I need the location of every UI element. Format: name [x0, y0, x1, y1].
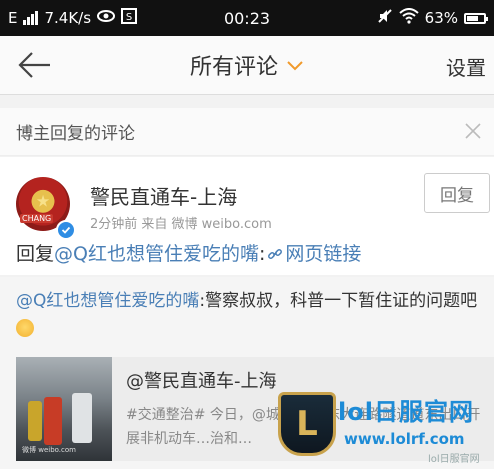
reply-text: 回复@Q红也想管住爱吃的嘴: 网页链接	[16, 239, 361, 266]
thumbnail-watermark: 微博 weibo.com	[22, 446, 76, 454]
police-badge-icon: ★	[35, 191, 51, 211]
nav-bar: 所有评论 设置	[0, 36, 494, 95]
repost-body: #交通整治# 今日，@城市交警 东大连路隧道道东出口开展非机动车…治和…	[126, 407, 481, 447]
reply-mention-link[interactable]: @Q红也想管住爱吃的嘴	[54, 243, 259, 265]
chevron-down-icon	[287, 61, 303, 71]
app-notification-icon: S	[121, 8, 138, 28]
link-icon	[268, 249, 283, 259]
mute-icon	[377, 8, 393, 28]
avatar-label: CHANG	[20, 214, 54, 223]
reply-button[interactable]: 回复	[424, 173, 490, 213]
comment-meta: 2分钟前 来自 微博 weibo.com	[90, 217, 272, 232]
original-mention-link[interactable]: @Q红也想管住爱吃的嘴	[16, 291, 199, 311]
repost-thumbnail: 微博 weibo.com	[16, 357, 112, 461]
verified-icon	[56, 220, 76, 240]
original-body: :警察叔叔，科普一下暂住证的问题吧	[199, 291, 478, 311]
section-title: 博主回复的评论	[16, 124, 135, 144]
battery-percent: 63%	[424, 9, 458, 27]
repost-author: @警民直通车-上海	[126, 371, 277, 392]
close-icon[interactable]	[464, 122, 482, 140]
reply-prefix: 回复	[16, 243, 55, 265]
comment-filter-dropdown[interactable]: 所有评论	[190, 49, 304, 81]
settings-button[interactable]: 设置	[446, 52, 486, 81]
svg-text:S: S	[126, 12, 132, 23]
wifi-icon	[398, 8, 419, 28]
network-type: E	[8, 9, 18, 27]
emoji-icon	[16, 319, 34, 337]
reposted-weibo-card[interactable]: 微博 weibo.com @警民直通车-上海 #交通整治# 今日，@城市交警 东…	[16, 357, 494, 461]
page-title: 所有评论	[189, 55, 278, 80]
signal-icon	[23, 11, 39, 25]
username[interactable]: 警民直通车-上海	[90, 181, 237, 210]
web-link[interactable]: 网页链接	[265, 243, 361, 265]
network-speed: 7.4K/s	[44, 9, 92, 27]
original-comment[interactable]: @Q红也想管住爱吃的嘴:警察叔叔，科普一下暂住证的问题吧 微博 weibo.co…	[0, 277, 494, 469]
eye-icon	[97, 9, 116, 27]
section-header: 博主回复的评论	[0, 108, 494, 156]
comment-card: ★ CHANG 警民直通车-上海 2分钟前 来自 微博 weibo.com 回复…	[0, 157, 494, 275]
original-comment-text: @Q红也想管住爱吃的嘴:警察叔叔，科普一下暂住证的问题吧	[16, 287, 486, 343]
battery-icon	[464, 12, 488, 24]
web-link-label: 网页链接	[285, 243, 362, 265]
back-arrow-icon[interactable]	[16, 50, 52, 80]
status-bar: E 7.4K/s S 00:23 63%	[0, 0, 494, 36]
